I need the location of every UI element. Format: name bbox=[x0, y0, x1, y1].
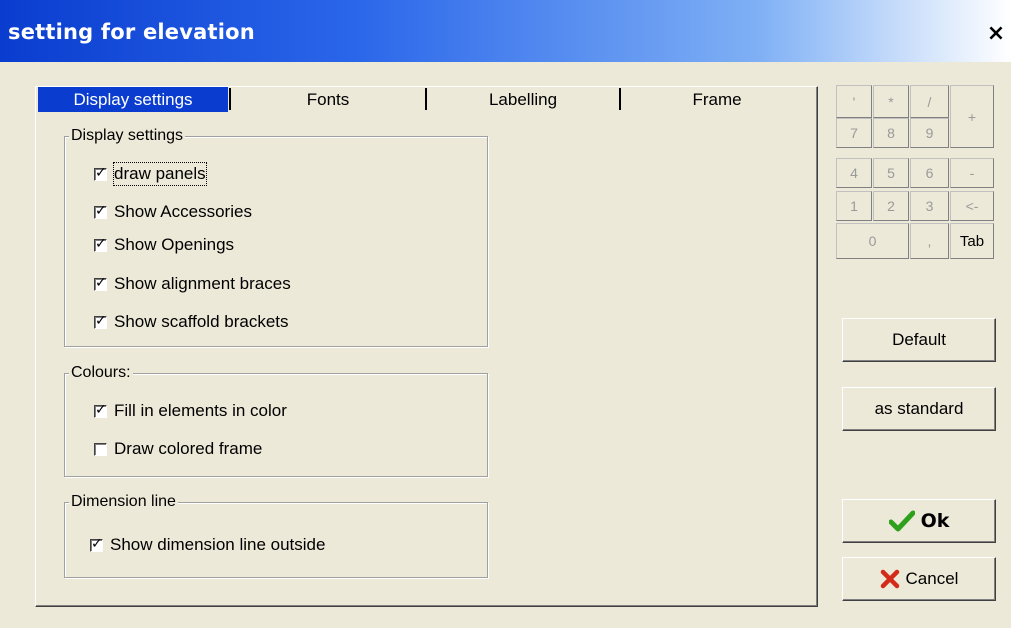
key-plus[interactable]: + bbox=[950, 85, 994, 148]
key-1[interactable]: 1 bbox=[836, 191, 872, 221]
checkbox-box[interactable]: ✓ bbox=[94, 202, 107, 219]
checkbox-label: Fill in elements in color bbox=[114, 401, 287, 420]
tab-labelling[interactable]: Labelling bbox=[428, 87, 618, 112]
show-dimension-line-outside-checkbox[interactable]: ✓ Show dimension line outside bbox=[90, 534, 325, 556]
checkbox-label: draw panels bbox=[113, 162, 207, 186]
key-comma[interactable]: , bbox=[910, 223, 949, 259]
checkbox-label: Show Accessories bbox=[114, 202, 252, 221]
key-tab[interactable]: Tab bbox=[950, 223, 994, 259]
checkmark-icon: ✓ bbox=[95, 202, 107, 219]
checkbox-box[interactable]: ✓ bbox=[94, 401, 107, 418]
checkmark-icon: ✓ bbox=[95, 274, 107, 291]
checkmark-icon: ✓ bbox=[91, 535, 103, 552]
numeric-keypad: ' * / + 7 8 9 4 5 6 - 1 2 3 <- 0 , Tab bbox=[836, 85, 994, 259]
checkmark-icon: ✓ bbox=[95, 401, 107, 418]
group-legend: Dimension line bbox=[69, 492, 178, 512]
show-alignment-braces-checkbox[interactable]: ✓ Show alignment braces bbox=[94, 273, 291, 295]
draw-panels-checkbox[interactable]: ✓ draw panels bbox=[94, 162, 207, 186]
checkbox-label: Show Openings bbox=[114, 235, 235, 254]
checkmark-icon: ✓ bbox=[95, 235, 107, 252]
ok-button[interactable]: Ok bbox=[842, 499, 996, 543]
key-0[interactable]: 0 bbox=[836, 223, 909, 259]
key-backspace[interactable]: <- bbox=[950, 191, 994, 221]
tab-display-settings[interactable]: Display settings bbox=[38, 87, 228, 112]
checkmark-icon: ✓ bbox=[95, 312, 107, 329]
fill-elements-color-checkbox[interactable]: ✓ Fill in elements in color bbox=[94, 400, 287, 422]
checkbox-box[interactable]: ✓ bbox=[94, 164, 107, 181]
colours-group: Colours: bbox=[64, 363, 488, 477]
checkbox-box[interactable]: ✓ bbox=[94, 235, 107, 252]
key-slash[interactable]: / bbox=[910, 85, 949, 118]
key-2[interactable]: 2 bbox=[873, 191, 909, 221]
draw-colored-frame-checkbox[interactable]: Draw colored frame bbox=[94, 438, 262, 460]
title-bar[interactable]: setting for elevation × bbox=[0, 0, 1011, 62]
as-standard-button-label: as standard bbox=[874, 399, 964, 418]
default-button-label: Default bbox=[892, 330, 946, 349]
checkbox-box[interactable] bbox=[94, 442, 107, 456]
close-icon[interactable]: × bbox=[984, 22, 1008, 46]
default-button[interactable]: Default bbox=[842, 318, 996, 362]
key-9[interactable]: 9 bbox=[910, 118, 949, 148]
as-standard-button[interactable]: as standard bbox=[842, 387, 996, 431]
checkbox-label: Show alignment braces bbox=[114, 274, 291, 293]
key-5[interactable]: 5 bbox=[873, 158, 909, 188]
key-8[interactable]: 8 bbox=[873, 118, 909, 148]
key-apostrophe[interactable]: ' bbox=[836, 85, 872, 118]
checkbox-label: Draw colored frame bbox=[114, 439, 263, 458]
key-asterisk[interactable]: * bbox=[873, 85, 909, 118]
red-x-icon bbox=[880, 569, 899, 589]
key-3[interactable]: 3 bbox=[910, 191, 949, 221]
show-openings-checkbox[interactable]: ✓ Show Openings bbox=[94, 234, 234, 256]
checkbox-label: Show scaffold brackets bbox=[114, 312, 289, 331]
checkbox-box[interactable]: ✓ bbox=[94, 274, 107, 291]
tab-separator bbox=[425, 88, 427, 110]
show-scaffold-brackets-checkbox[interactable]: ✓ Show scaffold brackets bbox=[94, 311, 289, 333]
show-accessories-checkbox[interactable]: ✓ Show Accessories bbox=[94, 201, 252, 223]
tab-separator bbox=[229, 88, 231, 110]
tab-separator bbox=[619, 88, 621, 110]
ok-button-label: Ok bbox=[920, 510, 950, 532]
cancel-button[interactable]: Cancel bbox=[842, 557, 996, 601]
tab-frame[interactable]: Frame bbox=[622, 87, 812, 112]
window-title: setting for elevation bbox=[8, 20, 255, 44]
key-6[interactable]: 6 bbox=[910, 158, 949, 188]
checkbox-label: Show dimension line outside bbox=[110, 535, 326, 554]
group-legend: Colours: bbox=[69, 363, 133, 383]
cancel-button-label: Cancel bbox=[905, 569, 959, 588]
group-legend: Display settings bbox=[69, 126, 186, 146]
key-4[interactable]: 4 bbox=[836, 158, 872, 188]
checkbox-box[interactable]: ✓ bbox=[94, 312, 107, 329]
key-minus[interactable]: - bbox=[950, 158, 994, 188]
tab-fonts[interactable]: Fonts bbox=[232, 87, 424, 112]
checkmark-icon: ✓ bbox=[95, 164, 107, 181]
green-checkmark-icon bbox=[888, 510, 915, 532]
checkbox-box[interactable]: ✓ bbox=[90, 535, 103, 552]
key-7[interactable]: 7 bbox=[836, 118, 872, 148]
